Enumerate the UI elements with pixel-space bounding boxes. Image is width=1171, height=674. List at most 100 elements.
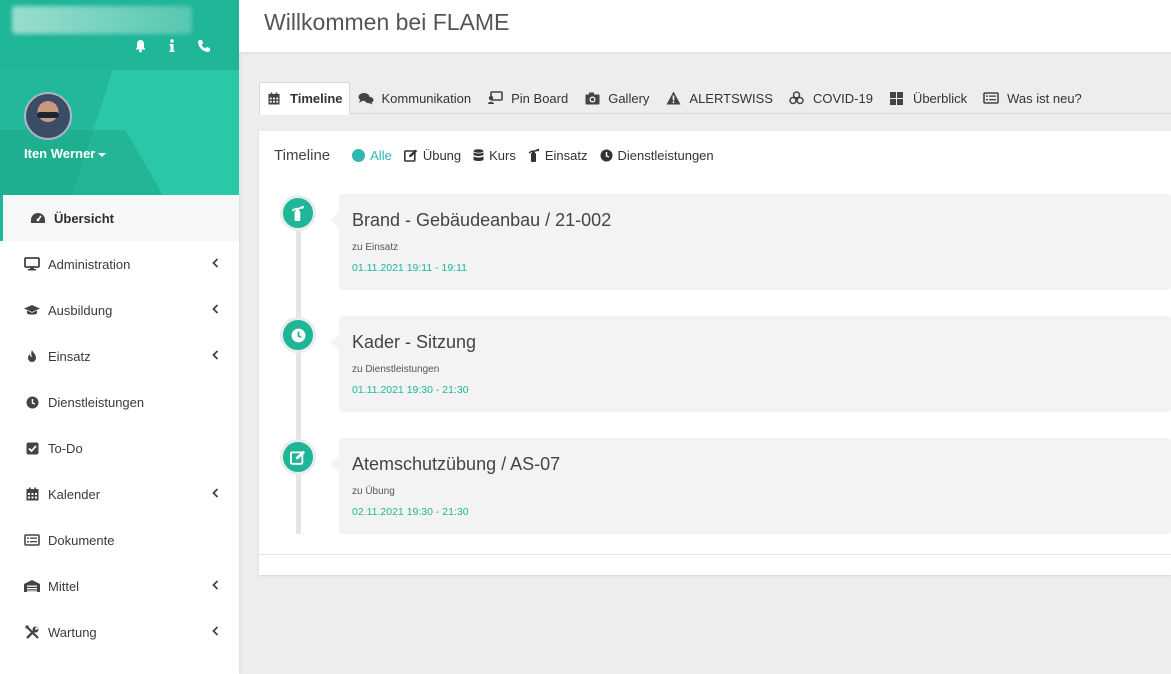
camera-icon [584,91,600,105]
timeline-heading: Timeline [274,146,331,164]
timeline-entry[interactable]: Atemschutzübung / AS-07 zu Übung 02.11.2… [331,438,1171,534]
entry-category: zu Einsatz [352,242,399,253]
filter-label: Übung [422,147,462,163]
edit-icon [403,149,418,162]
sidebar-item-ausbildung[interactable]: Ausbildung [0,287,239,333]
grid-icon [889,91,905,105]
database-icon [473,148,484,161]
chevron-left-icon [212,580,219,590]
sidebar-item-dienstleistungen[interactable]: Dienstleistungen [0,379,239,425]
page-title: Willkommen bei FLAME [264,9,510,35]
sidebar-item-label: Dokumente [48,532,115,548]
filter-uebung[interactable]: Übung [403,147,462,163]
sidebar-item-label: Wartung [48,624,97,640]
warning-icon [665,91,681,105]
sidebar-item-label: Kalender [48,486,101,502]
tab-timeline[interactable]: Timeline [259,82,350,115]
sidebar-item-label: Administration [48,256,131,272]
filter-alle[interactable]: Alle [352,148,392,163]
fire-extinguisher-icon [291,205,304,221]
tab-label: Pin Board [511,90,569,106]
tab-covid-19[interactable]: COVID-19 [781,82,881,114]
filter-label: Alle [370,147,392,163]
bell-icon[interactable] [133,38,147,54]
top-icons [133,38,211,54]
sidebar-item-label: Einsatz [48,348,91,364]
tab-label: Kommunikation [381,90,472,106]
timeline-entry[interactable]: Kader - Sitzung zu Dienstleistungen 01.1… [331,316,1171,412]
sidebar-item-label: Ausbildung [48,302,113,318]
tab-was-ist-neu[interactable]: Was ist neu? [975,82,1090,114]
pinboard-icon [487,91,503,105]
tab-label: Was ist neu? [1007,90,1082,106]
chevron-left-icon [212,488,219,498]
tab-pin-board[interactable]: Pin Board [479,82,576,114]
entry-title[interactable]: Kader - Sitzung [352,332,476,353]
entry-time: 01.11.2021 19:30 - 21:30 [352,384,469,396]
phone-icon[interactable] [197,38,211,54]
graduation-cap-icon [23,302,41,318]
warehouse-icon [23,578,41,594]
caret-down-icon [98,152,107,157]
clock-icon [23,394,41,410]
comments-icon [358,91,374,105]
timeline-badge [280,317,316,353]
monitor-icon [23,256,41,272]
logo [12,6,192,34]
page-header: Willkommen bei FLAME [239,0,1171,52]
user-profile: Iten Werner [0,70,239,195]
edit-icon [290,450,306,465]
sidebar-item-label: To-Do [48,440,83,456]
panel-divider [259,554,1171,555]
tools-icon [23,624,41,640]
entry-title[interactable]: Brand - Gebäudeanbau / 21-002 [352,210,611,231]
filter-dienstleistungen[interactable]: Dienstleistungen [600,148,714,163]
tab-gallery[interactable]: Gallery [576,82,657,114]
tab-ueberblick[interactable]: Überblick [881,82,975,114]
filter-label: Kurs [489,147,516,163]
entry-title[interactable]: Atemschutzübung / AS-07 [352,454,560,475]
tab-label: ALERTSWISS [689,90,773,106]
chevron-left-icon [212,304,219,314]
sidebar-item-einsatz[interactable]: Einsatz [0,333,239,379]
dashboard-icon [29,210,47,226]
sidebar-item-administration[interactable]: Administration [0,241,239,287]
filter-kurs[interactable]: Kurs [473,148,516,163]
tab-kommunikation[interactable]: Kommunikation [350,82,480,114]
entry-time: 02.11.2021 19:30 - 21:30 [352,506,469,518]
tab-label: Überblick [912,90,968,106]
fire-extinguisher-icon [528,148,539,162]
filter-einsatz[interactable]: Einsatz [528,148,588,163]
sidebar-item-label: Mittel [48,578,80,594]
sidebar-item-label: Dienstleistungen [48,394,145,410]
tab-label: Timeline [290,91,343,106]
list-card-icon [983,91,999,105]
dot-icon [352,148,366,162]
sidebar-item-todo[interactable]: To-Do [0,425,239,471]
timeline-badge [280,195,316,231]
entry-category: zu Übung [352,486,395,497]
sidebar-item-uebersicht[interactable]: Übersicht [0,195,239,241]
sidebar-item-wartung[interactable]: Wartung [0,609,239,655]
sidebar-item-dokumente[interactable]: Dokumente [0,517,239,563]
timeline-filter-bar: Timeline Alle Übung Kurs Einsatz Dienstl… [274,146,726,164]
chevron-left-icon [212,350,219,360]
avatar[interactable] [24,92,72,140]
filter-label: Einsatz [544,147,588,163]
document-list-icon [23,532,41,548]
user-menu[interactable]: Iten Werner [24,146,107,161]
fire-icon [23,348,41,364]
timeline-line [296,211,301,534]
sidebar-item-label: Übersicht [54,210,114,226]
clock-icon [600,149,613,161]
info-icon[interactable] [165,38,179,54]
chevron-left-icon [212,626,219,636]
tab-bar: Timeline Kommunikation Pin Board Gallery… [259,82,1171,115]
sidebar-item-kalender[interactable]: Kalender [0,471,239,517]
timeline-entry[interactable]: Brand - Gebäudeanbau / 21-002 zu Einsatz… [331,194,1171,290]
calendar-icon [266,92,282,106]
tab-alertswiss[interactable]: ALERTSWISS [657,82,781,114]
sidebar-item-mittel[interactable]: Mittel [0,563,239,609]
timeline-badge [280,439,316,475]
sidebar: Iten Werner Übersicht Administration Aus… [0,0,239,674]
